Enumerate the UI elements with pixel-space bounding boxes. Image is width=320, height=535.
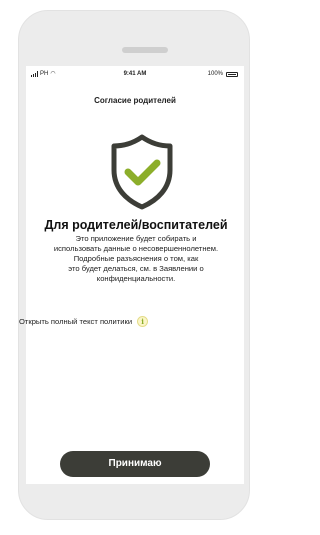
- screen-title: Согласие родителей: [94, 96, 176, 105]
- battery-icon: [226, 71, 238, 77]
- battery-percent: 100%: [207, 71, 223, 77]
- app-screen: PH ◠ 9:41 AM 100% Согласие родителей Для…: [19, 66, 244, 484]
- description-line: конфиденциальности.: [96, 274, 176, 283]
- description-line: это будет делаться, см. в Заявлении о: [68, 264, 204, 273]
- description-line: Это приложение будет собирать и: [75, 234, 197, 243]
- status-right: 100%: [208, 71, 238, 77]
- policy-link[interactable]: Открыть полный текст политики: [19, 317, 132, 326]
- phone-frame: PH ◠ 9:41 AM 100% Согласие родителей Для…: [18, 10, 250, 520]
- description-line: использовать данные о несовершеннолетнем…: [53, 244, 219, 253]
- consent-description: Это приложение будет собирать и использо…: [16, 234, 256, 284]
- status-bar: PH ◠ 9:41 AM 100%: [26, 71, 244, 81]
- phone-speaker: [122, 47, 168, 53]
- info-icon[interactable]: i: [137, 316, 149, 327]
- accept-button[interactable]: Принимаю: [60, 451, 210, 477]
- shield-check-icon: [111, 134, 173, 210]
- consent-heading: Для родителей/воспитателей: [44, 218, 228, 232]
- description-line: Подробные разъяснения о том, как: [73, 254, 199, 263]
- policy-link-row[interactable]: Открыть полный текст политики i: [19, 316, 149, 327]
